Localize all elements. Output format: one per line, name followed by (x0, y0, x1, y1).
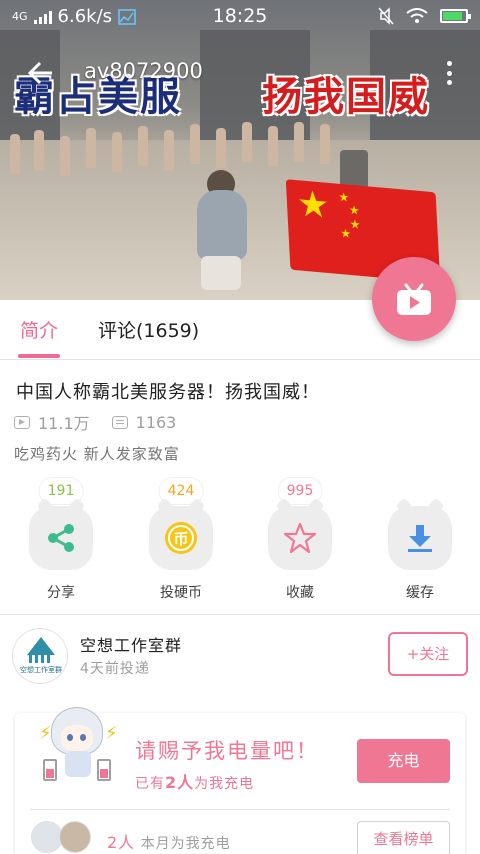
favorite-action[interactable]: 995 收藏 (245, 476, 355, 606)
video-title: 中国人称霸北美服务器！扬我国威！ (16, 382, 320, 403)
charge-title: 请赐予我电量吧！ (135, 739, 319, 763)
favorite-label: 收藏 (286, 585, 314, 601)
charger-avatar (59, 821, 91, 853)
video-tags[interactable]: 吃鸡药火 新人发家致富 (14, 443, 180, 464)
uploader-row: 空想工作室群 空想工作室群 4天前投递 +关注 (0, 620, 480, 696)
coin-label: 投硬币 (160, 585, 202, 601)
charge-button[interactable]: 充电 (357, 739, 450, 783)
share-label: 分享 (47, 585, 75, 601)
back-arrow-icon[interactable] (26, 58, 56, 88)
player-character (185, 170, 255, 290)
video-detail-screen: ★ ★ ★ ★ ★ 霸占美服 扬我国威 4G 6.6k/s 18:25 av80… (0, 0, 480, 854)
star-icon (283, 522, 317, 554)
section-divider (0, 614, 480, 615)
download-label: 缓存 (406, 585, 434, 601)
danmaku-count: 1163 (135, 412, 177, 432)
danmaku-icon (111, 415, 128, 429)
charge-summary: 已有2人为我充电 (135, 773, 255, 792)
view-rank-button[interactable]: 查看榜单 (357, 821, 450, 854)
status-bar: 4G 6.6k/s 18:25 (0, 0, 480, 32)
video-top-bar: av8072900 (0, 52, 480, 92)
share-action[interactable]: 191 分享 (6, 476, 116, 606)
video-cover[interactable]: ★ ★ ★ ★ ★ 霸占美服 扬我国威 (0, 0, 480, 300)
mute-icon (378, 7, 394, 25)
card-divider (30, 809, 450, 810)
coin-icon: 币 (165, 522, 197, 554)
tab-comments[interactable]: 评论(1659) (98, 316, 199, 343)
action-row: 191 分享 424 币 投硬币 995 收藏 缓存 (0, 476, 480, 614)
wifi-icon (406, 8, 428, 23)
share-icon (48, 524, 74, 552)
download-icon (408, 525, 432, 552)
monthly-charge-count: 2人 本月为我充电 (107, 833, 231, 852)
view-count: 11.1万 (38, 414, 90, 433)
charger-avatars[interactable] (31, 821, 95, 854)
tv-play-icon (397, 283, 431, 315)
mascot-illustration: ⚡ ⚡ (33, 701, 123, 801)
avatar-logo-text: 空想工作室群 (20, 666, 62, 674)
uploader-avatar[interactable]: 空想工作室群 (12, 628, 68, 684)
crowd-figures (10, 118, 370, 178)
follow-button[interactable]: +关注 (388, 632, 468, 676)
more-options-icon[interactable] (444, 58, 454, 88)
battery-icon (440, 9, 471, 23)
coin-button[interactable]: 币 (149, 506, 213, 570)
active-tab-indicator (18, 354, 60, 358)
upload-time: 4天前投递 (80, 661, 150, 677)
play-count-icon (14, 415, 30, 429)
favorite-button[interactable] (268, 506, 332, 570)
uploader-name[interactable]: 空想工作室群 (80, 632, 182, 656)
svg-text:币: 币 (173, 530, 188, 548)
coin-action[interactable]: 424 币 投硬币 (126, 476, 236, 606)
download-action[interactable]: 缓存 (365, 476, 475, 606)
video-av-id: av8072900 (84, 59, 203, 83)
charge-card: ⚡ ⚡ 请赐予我电量吧！ 已有2人为我充电 充电 2人 本月为我充电 查看榜单 (15, 707, 465, 854)
video-stats: 11.1万 1163 (14, 410, 176, 434)
share-button[interactable] (29, 506, 93, 570)
tab-intro[interactable]: 简介 (20, 316, 58, 343)
play-button[interactable] (372, 257, 456, 341)
download-button[interactable] (388, 506, 452, 570)
